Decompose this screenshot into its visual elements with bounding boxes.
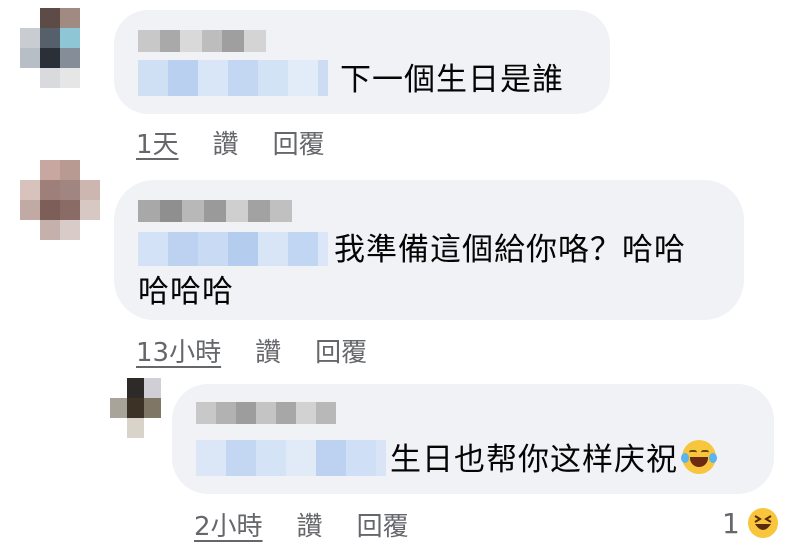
timestamp-link[interactable]: 13小時 — [136, 332, 221, 369]
comment-text-continued: 哈哈哈 — [138, 274, 234, 310]
like-button[interactable]: 讚 — [213, 124, 239, 161]
reaction-summary[interactable]: 1 — [722, 506, 780, 540]
commenter-name[interactable] — [138, 30, 266, 52]
comment-actions: 1天 讚 回覆 — [136, 124, 325, 161]
laughing-squint-icon — [745, 506, 780, 540]
avatar[interactable] — [20, 8, 100, 88]
reply-button[interactable]: 回覆 — [273, 124, 325, 161]
mention-tag[interactable] — [138, 232, 328, 266]
like-button[interactable]: 讚 — [255, 332, 281, 369]
timestamp-link[interactable]: 2小時 — [194, 506, 263, 543]
mention-tag[interactable] — [138, 60, 328, 96]
timestamp-link[interactable]: 1天 — [136, 124, 179, 161]
like-button[interactable]: 讚 — [297, 506, 323, 543]
laughing-tears-icon — [681, 440, 717, 474]
avatar[interactable] — [20, 160, 100, 240]
comment-actions: 2小時 讚 回覆 — [194, 506, 409, 543]
comment-text-body: 生日也帮你这样庆祝 — [390, 442, 678, 478]
comment-text: 下一個生日是誰 — [340, 62, 564, 98]
commenter-name[interactable] — [196, 402, 336, 424]
reply-button[interactable]: 回覆 — [357, 506, 409, 543]
comment-actions: 13小時 讚 回覆 — [136, 332, 367, 369]
commenter-name[interactable] — [138, 200, 292, 222]
mention-tag[interactable] — [196, 440, 386, 476]
reaction-count: 1 — [722, 506, 740, 540]
avatar[interactable] — [110, 378, 162, 438]
reply-button[interactable]: 回覆 — [315, 332, 367, 369]
comment-text: 我準備這個給你咯？哈哈 — [334, 232, 686, 268]
comment-text: 生日也帮你这样庆祝 — [390, 436, 717, 484]
